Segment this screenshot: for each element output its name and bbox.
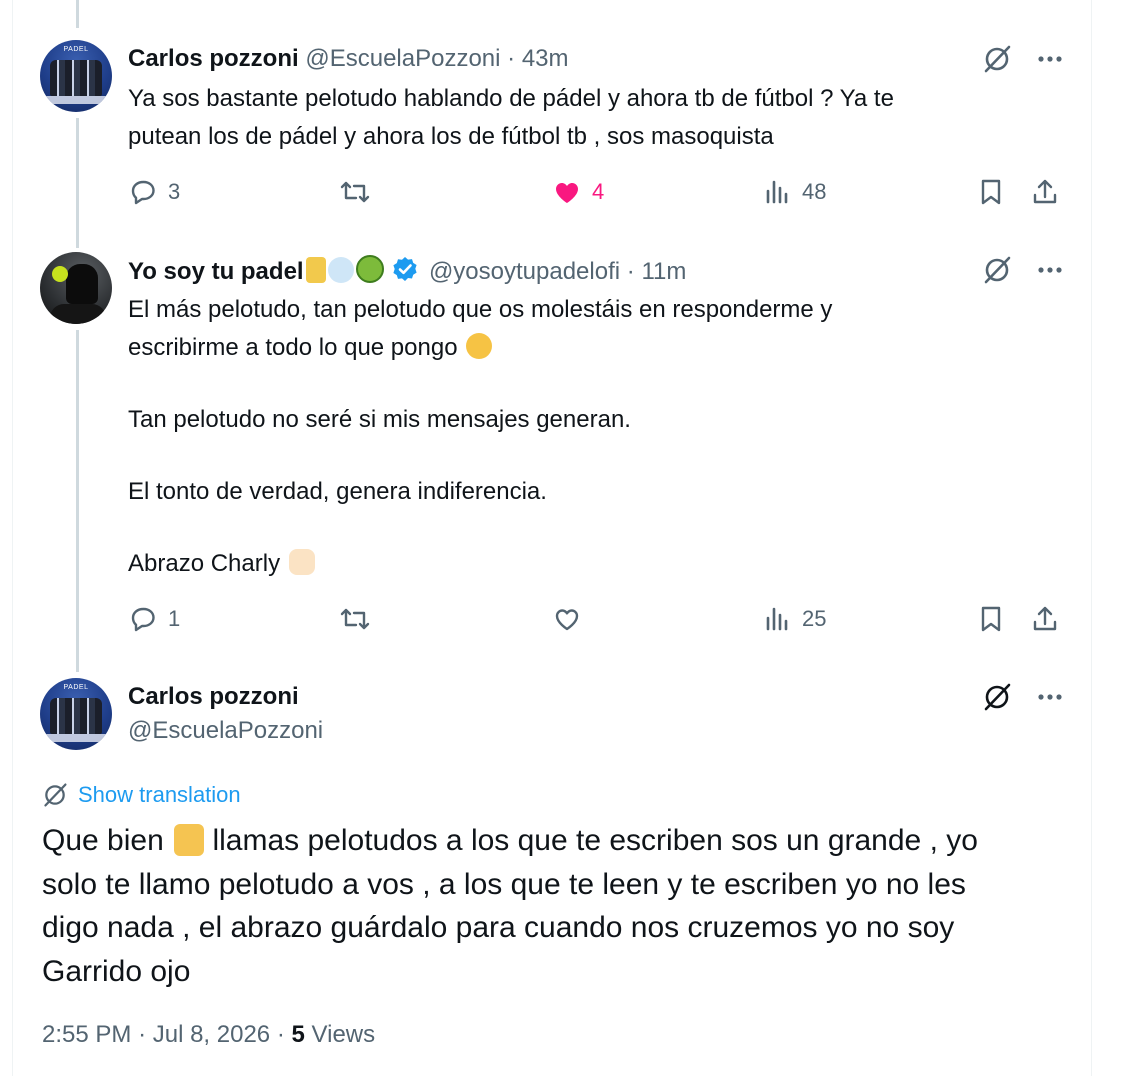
thread-line bbox=[76, 330, 79, 672]
tweet-text-line: Ya sos bastante pelotudo hablando de pád… bbox=[128, 85, 894, 112]
reply-button[interactable]: 3 bbox=[128, 172, 180, 212]
thread-line bbox=[76, 0, 79, 28]
tweet-text-line: llamas pelotudos a los que te escriben s… bbox=[212, 824, 978, 857]
reply-button[interactable]: 1 bbox=[128, 599, 180, 639]
views-count: 5 bbox=[291, 1021, 305, 1048]
verified-badge-icon[interactable] bbox=[392, 256, 418, 290]
separator-dot: · bbox=[507, 45, 516, 72]
views-icon bbox=[766, 607, 788, 631]
repost-icon bbox=[340, 608, 370, 630]
grok-icon bbox=[44, 783, 67, 807]
tweet-text-line: El tonto de verdad, genera indiferencia. bbox=[128, 478, 547, 505]
bookmark-icon bbox=[981, 179, 1001, 205]
bookmark-icon bbox=[981, 606, 1001, 632]
views-count: 48 bbox=[802, 179, 827, 204]
heart-filled-icon bbox=[556, 183, 578, 203]
tweet-actions: 3 4 48 bbox=[128, 172, 1068, 212]
tweet-text-line: Que bien bbox=[42, 824, 164, 857]
views-icon bbox=[766, 180, 788, 204]
grok-icon[interactable] bbox=[982, 682, 1012, 717]
share-button[interactable] bbox=[1030, 599, 1060, 639]
avatar[interactable] bbox=[40, 252, 112, 324]
reply-count: 3 bbox=[168, 179, 181, 204]
tweet-actions: 1 25 bbox=[128, 599, 1068, 639]
tweet-text-line: Garrido ojo bbox=[42, 954, 191, 988]
like-button[interactable]: 4 bbox=[552, 172, 604, 212]
avatar[interactable]: PADEL bbox=[40, 678, 112, 750]
tweet-top-icons bbox=[982, 44, 1064, 79]
show-translation-link[interactable]: Show translation bbox=[42, 782, 241, 808]
author-handle[interactable]: @EscuelaPozzoni bbox=[305, 45, 500, 72]
tweet-text: Ya sos bastante pelotudo hablando de pád… bbox=[128, 80, 1048, 156]
separator-dot: · bbox=[626, 258, 635, 285]
tweet-text-line: Abrazo Charly bbox=[128, 550, 281, 577]
views-count: 25 bbox=[802, 606, 827, 631]
tweet-top-icons bbox=[982, 255, 1064, 290]
tweet-top-icons bbox=[982, 682, 1064, 717]
reply-icon bbox=[131, 180, 155, 205]
views-button[interactable]: 48 bbox=[764, 172, 826, 212]
dash-emoji bbox=[327, 257, 354, 283]
tweet-meta: 2:55 PM · Jul 8, 2026 · 5 Views bbox=[42, 1021, 375, 1049]
separator-dot: · bbox=[138, 1021, 147, 1048]
bookmark-button[interactable] bbox=[976, 599, 1006, 639]
tweet-text-line: El más pelotudo, tan pelotudo que os mol… bbox=[128, 296, 833, 323]
repost-icon bbox=[340, 181, 370, 203]
tennis-ball-emoji bbox=[355, 255, 384, 283]
tweet-header: Carlos pozzoni @EscuelaPozzoni · 43m bbox=[128, 44, 569, 74]
separator-dot: · bbox=[276, 1021, 285, 1048]
share-icon bbox=[1033, 606, 1057, 631]
tweet-text-line: escribirme a todo lo que pongo bbox=[128, 334, 458, 361]
views-label: Views bbox=[311, 1021, 376, 1048]
tweet-text-line: putean los de pádel y ahora los de fútbo… bbox=[128, 123, 774, 150]
more-icon[interactable] bbox=[1036, 44, 1064, 79]
like-count: 4 bbox=[592, 179, 605, 204]
reply-icon bbox=[131, 607, 155, 632]
tweet-timestamp[interactable]: 2:55 PM bbox=[42, 1021, 131, 1048]
tweet-header: Yo soy tu padel @yosoytupadelofi · 11m bbox=[128, 255, 686, 290]
relieved-face-emoji bbox=[466, 333, 493, 359]
tweet-text-line: Tan pelotudo no seré si mis mensajes gen… bbox=[128, 406, 631, 433]
tweet-time[interactable]: 43m bbox=[522, 45, 569, 72]
main-tweet-author: Carlos pozzoni @EscuelaPozzoni bbox=[128, 682, 323, 746]
author-handle[interactable]: @EscuelaPozzoni bbox=[128, 716, 323, 746]
author-name[interactable]: Yo soy tu padel bbox=[128, 258, 304, 285]
tweet-text: El más pelotudo, tan pelotudo que os mol… bbox=[128, 291, 1048, 583]
arm-emoji bbox=[305, 257, 326, 283]
thread-line bbox=[76, 118, 79, 248]
grok-icon[interactable] bbox=[982, 44, 1012, 79]
repost-button[interactable] bbox=[338, 599, 382, 639]
grok-icon[interactable] bbox=[982, 255, 1012, 290]
repost-button[interactable] bbox=[338, 172, 382, 212]
tweet-text-line: digo nada , el abrazo guárdalo para cuan… bbox=[42, 911, 955, 944]
more-icon[interactable] bbox=[1036, 255, 1064, 290]
main-tweet-text: Que bien llamas pelotudos a los que te e… bbox=[42, 819, 1052, 993]
share-button[interactable] bbox=[1030, 172, 1060, 212]
views-button[interactable]: 25 bbox=[764, 599, 826, 639]
heart-icon bbox=[555, 609, 579, 631]
thumbs-up-emoji bbox=[174, 824, 205, 856]
author-handle[interactable]: @yosoytupadelofi bbox=[429, 258, 620, 285]
reply-count: 1 bbox=[168, 606, 181, 631]
avatar[interactable]: PADEL bbox=[40, 40, 112, 112]
bookmark-button[interactable] bbox=[976, 172, 1006, 212]
more-icon[interactable] bbox=[1036, 682, 1064, 717]
tweet-time[interactable]: 11m bbox=[641, 258, 686, 285]
show-translation-label: Show translation bbox=[78, 782, 241, 807]
tweet-text-line: solo te llamo pelotudo a vos , a los que… bbox=[42, 867, 966, 901]
like-button[interactable] bbox=[552, 599, 592, 639]
author-name[interactable]: Carlos pozzoni bbox=[128, 682, 323, 712]
author-name[interactable]: Carlos pozzoni bbox=[128, 45, 299, 72]
heart-hands-emoji bbox=[288, 549, 315, 575]
share-icon bbox=[1033, 179, 1057, 204]
tweet-date[interactable]: Jul 8, 2026 bbox=[153, 1021, 270, 1048]
